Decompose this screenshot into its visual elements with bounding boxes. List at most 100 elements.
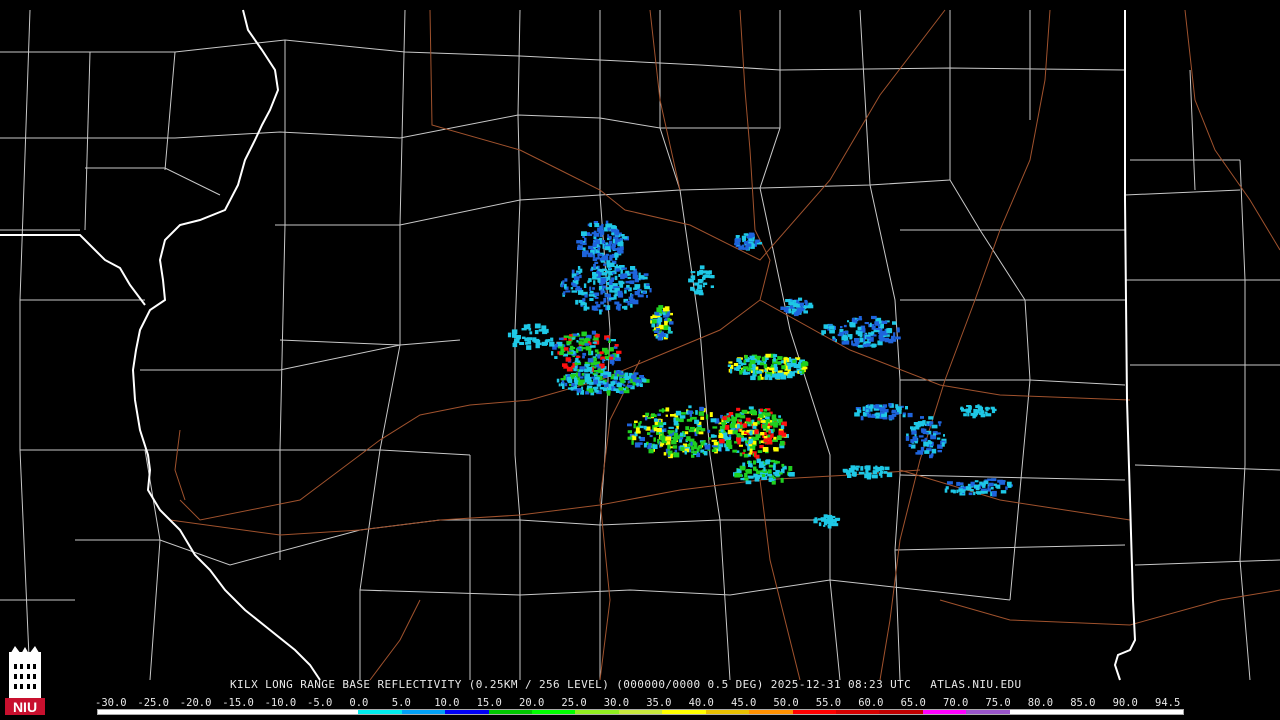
echo-pixel [516,335,519,339]
echo-pixel [739,245,745,250]
echo-pixel [582,247,586,251]
echo-pixel [742,366,748,370]
echo-pixel [756,437,759,441]
echo-pixel [910,426,914,430]
echo-pixel [768,367,775,371]
echo-pixel [737,441,741,445]
echo-pixel [710,285,714,288]
echo-pixel [728,361,733,364]
echo-pixel [874,343,877,347]
echo-pixel [618,293,623,297]
echo-pixel [787,365,792,370]
echo-pixel [773,357,776,362]
echo-pixel [646,295,648,298]
echo-pixel [638,436,641,439]
echo-pixel [748,406,754,410]
echo-pixel [558,337,564,341]
echo-pixel [588,341,591,344]
echo-pixel [769,420,773,423]
echo-pixel [528,327,532,331]
echo-pixel [741,409,748,414]
echo-pixel [762,424,768,429]
echo-pixel [632,382,636,386]
echo-pixel [600,253,603,257]
echo-pixel [592,258,598,261]
echo-pixel [864,473,870,479]
echo-pixel [582,242,587,245]
colorbar-swatch [705,710,750,714]
echo-pixel [564,278,568,282]
highway-line [759,479,801,681]
echo-pixel [896,327,900,333]
echo-pixel [612,272,615,275]
echo-pixel [739,369,743,375]
echo-pixel [867,415,872,418]
echo-pixel [857,326,862,331]
echo-pixel [892,321,897,325]
echo-pixel [784,465,787,469]
echo-pixel [796,307,802,312]
echo-pixel [607,391,611,396]
echo-pixel [736,407,741,411]
echo-pixel [773,476,776,480]
echo-pixel [742,437,747,441]
echo-pixel [655,328,660,331]
echo-pixel [624,287,630,290]
echo-pixel [597,354,601,359]
echo-pixel [851,471,857,477]
echo-pixel [847,334,850,338]
county-boundaries [0,9,1280,681]
county-line [1124,189,1241,196]
echo-pixel [908,444,912,447]
echo-pixel [745,480,752,485]
echo-pixel [748,443,753,447]
echo-pixel [938,421,941,427]
echo-pixel [662,312,666,316]
county-line [0,39,1126,71]
county-line [275,179,951,226]
echo-pixel [765,353,771,358]
echo-pixel [644,286,650,290]
echo-pixel [757,450,763,453]
echo-pixel [675,428,678,433]
echo-pixel [860,466,864,471]
echo-pixel [788,472,793,477]
echo-pixel [702,285,705,288]
echo-pixel [739,429,742,432]
echo-pixel [738,360,742,365]
echo-pixel [581,231,587,236]
echo-pixel [689,413,692,417]
echo-pixel [688,278,694,283]
colorbar-swatch [662,710,706,714]
echo-pixel [622,306,627,309]
echo-pixel [874,413,877,416]
echo-pixel [566,376,572,382]
colorbar-label: 35.0 [646,697,672,709]
echo-pixel [665,333,669,338]
echo-pixel [729,423,736,428]
echo-pixel [760,420,766,423]
echo-pixel [739,465,746,471]
echo-pixel [579,274,582,279]
highway-line [649,9,681,191]
echo-pixel [664,306,670,312]
echo-pixel [578,287,582,291]
echo-pixel [918,435,924,438]
echo-pixel [881,320,888,324]
echo-pixel [992,491,997,497]
echo-pixel [684,431,689,435]
echo-pixel [711,434,717,438]
echo-pixel [648,448,654,454]
echo-pixel [926,423,929,427]
echo-pixel [600,286,603,290]
county-line [144,449,161,681]
echo-pixel [922,432,929,435]
echo-pixel [588,278,592,283]
echo-pixel [974,480,979,483]
logo-text: NIU [13,699,37,715]
echo-pixel [582,298,586,302]
colorbar-swatch [315,710,359,714]
echo-pixel [648,443,652,446]
colorbar-swatch [575,710,619,714]
echo-pixel [755,240,760,243]
